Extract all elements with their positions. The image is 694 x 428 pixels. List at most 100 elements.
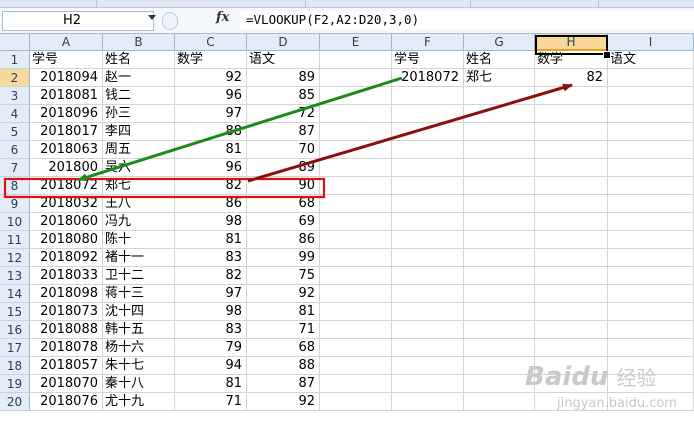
grid-cell[interactable] [535,177,608,195]
grid-cell[interactable] [608,303,694,321]
data-cell[interactable]: 孙三 [103,105,175,123]
spreadsheet-grid[interactable]: A B C D E F G H I 1 2 3 4 5 6 7 8 9 10 11 12 13 14 15 16 17 18 19 20… [0,34,694,428]
grid-cell[interactable] [320,249,392,267]
grid-cell[interactable] [392,177,464,195]
data-cell[interactable]: 沈十四 [103,303,175,321]
lookup-name-cell[interactable]: 郑七 [464,69,535,87]
data-cell[interactable]: 2018080 [30,231,103,249]
data-cell[interactable]: 85 [247,87,320,105]
data-cell[interactable]: 89 [247,159,320,177]
grid-cell[interactable] [535,123,608,141]
data-cell[interactable]: 2018017 [30,123,103,141]
column-header[interactable]: B [103,34,175,51]
data-cell[interactable]: 王八 [103,195,175,213]
grid-cell[interactable] [320,231,392,249]
grid-cell[interactable] [535,357,608,375]
grid-cell[interactable] [535,141,608,159]
row-header[interactable]: 6 [0,141,30,159]
row-header[interactable]: 10 [0,213,30,231]
grid-cell[interactable] [392,87,464,105]
data-cell[interactable]: 秦十八 [103,375,175,393]
data-cell[interactable]: 86 [247,231,320,249]
grid-cell[interactable] [608,339,694,357]
data-cell[interactable]: 81 [175,141,247,159]
grid-cell[interactable] [320,87,392,105]
row-header[interactable]: 16 [0,321,30,339]
data-cell[interactable]: 94 [175,357,247,375]
row-header[interactable]: 12 [0,249,30,267]
grid-cell[interactable] [320,159,392,177]
insert-function-icon[interactable]: fx [216,10,229,25]
grid-cell[interactable] [392,393,464,411]
data-cell[interactable]: 冯九 [103,213,175,231]
data-cell[interactable]: 81 [175,375,247,393]
grid-cell[interactable] [464,339,535,357]
grid-cell[interactable] [320,177,392,195]
grid-cell[interactable] [535,195,608,213]
row-header[interactable]: 1 [0,51,30,69]
grid-cell[interactable] [535,339,608,357]
name-box[interactable]: H2 [2,11,156,31]
data-cell[interactable]: 82 [175,177,247,195]
data-cell[interactable]: 2018060 [30,213,103,231]
grid-cell[interactable] [320,123,392,141]
column-header[interactable]: E [320,34,392,51]
row-header[interactable]: 15 [0,303,30,321]
grid-cell[interactable] [392,339,464,357]
data-cell[interactable]: 2018070 [30,375,103,393]
grid-cell[interactable] [320,141,392,159]
data-cell[interactable]: 88 [247,357,320,375]
data-cell[interactable]: 97 [175,285,247,303]
grid-cell[interactable] [464,141,535,159]
grid-cell[interactable] [392,321,464,339]
data-cell[interactable]: 68 [247,339,320,357]
column-header[interactable]: G [464,34,535,51]
grid-cell[interactable] [464,159,535,177]
data-cell[interactable]: 2018073 [30,303,103,321]
data-cell[interactable]: 2018057 [30,357,103,375]
data-cell[interactable]: 96 [175,159,247,177]
data-cell[interactable]: 72 [247,105,320,123]
grid-cell[interactable] [608,357,694,375]
header-cell[interactable]: 语文 [608,51,694,69]
row-header[interactable]: 8 [0,177,30,195]
data-cell[interactable]: 尤十九 [103,393,175,411]
data-cell[interactable]: 69 [247,213,320,231]
data-cell[interactable]: 86 [175,195,247,213]
data-cell[interactable]: 98 [175,303,247,321]
grid-cell[interactable] [535,375,608,393]
grid-cell[interactable] [392,285,464,303]
grid-cell[interactable] [464,357,535,375]
grid-cell[interactable] [464,321,535,339]
data-cell[interactable]: 92 [247,285,320,303]
grid-cell[interactable] [464,393,535,411]
grid-cell[interactable] [464,231,535,249]
data-cell[interactable]: 96 [175,87,247,105]
formula-bar-splitter[interactable] [162,12,178,30]
column-header[interactable]: C [175,34,247,51]
row-header[interactable]: 19 [0,375,30,393]
data-cell[interactable]: 71 [175,393,247,411]
data-cell[interactable]: 陈十 [103,231,175,249]
grid-cell[interactable] [392,105,464,123]
data-cell[interactable]: 81 [175,231,247,249]
grid-cell[interactable] [535,87,608,105]
grid-cell[interactable] [464,285,535,303]
result-cell[interactable]: 82 [535,69,608,87]
grid-cell[interactable] [392,159,464,177]
grid-cell[interactable] [392,357,464,375]
grid-cell[interactable] [608,267,694,285]
grid-cell[interactable] [320,267,392,285]
grid-cell[interactable] [320,339,392,357]
row-header[interactable]: 11 [0,231,30,249]
grid-cell[interactable] [392,267,464,285]
row-header[interactable]: 3 [0,87,30,105]
grid-cell[interactable] [320,51,392,69]
chevron-down-icon[interactable] [148,15,156,20]
header-cell[interactable]: 数学 [175,51,247,69]
row-header[interactable]: 13 [0,267,30,285]
data-cell[interactable]: 2018076 [30,393,103,411]
data-cell[interactable]: 卫十二 [103,267,175,285]
data-cell[interactable]: 81 [247,303,320,321]
data-cell[interactable]: 韩十五 [103,321,175,339]
